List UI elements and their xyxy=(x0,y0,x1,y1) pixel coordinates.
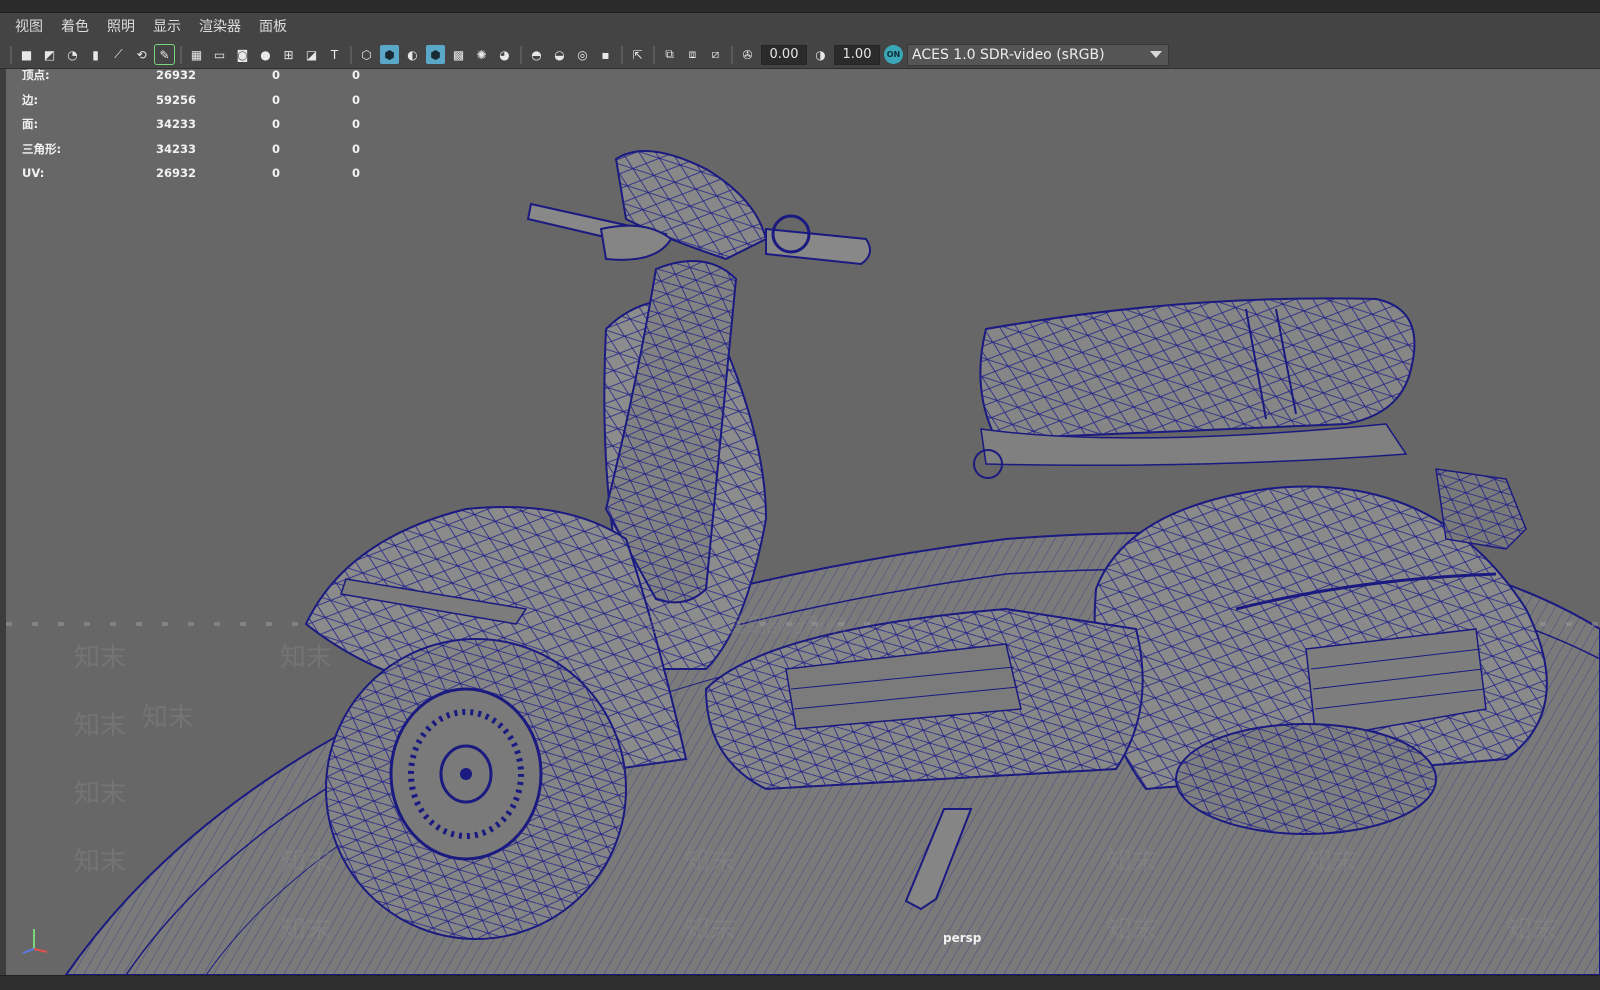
pencil-icon[interactable]: ✎ xyxy=(154,44,175,65)
backface-icon[interactable]: ⧄ xyxy=(706,45,725,64)
xray-joints-icon[interactable]: ⧉ xyxy=(660,45,679,64)
isolate-select-icon[interactable]: ⇱ xyxy=(628,45,647,64)
persp-viewport[interactable]: 知末 知末 知末 知末 知末 知末 知末 知末 知末 知末 知末 知末 知末 知… xyxy=(6,69,1600,975)
motion-blur-icon[interactable]: ◒ xyxy=(550,45,569,64)
title-strip xyxy=(0,0,1600,13)
hud-label: 边: xyxy=(22,92,39,107)
exposure-icon[interactable]: ✇ xyxy=(738,45,757,64)
bookmark-icon[interactable]: ▮ xyxy=(86,45,105,64)
hud-value: 0 xyxy=(271,141,280,156)
hud-row: 顶点: 26932 0 0 xyxy=(22,69,360,88)
grid-icon[interactable]: ▦ xyxy=(187,45,206,64)
menu-panels[interactable]: 面板 xyxy=(250,13,296,41)
camera-name-label: persp xyxy=(943,931,982,945)
hud-value: 0 xyxy=(351,92,360,107)
xray-icon[interactable]: ▩ xyxy=(449,45,468,64)
hud-label: 三角形: xyxy=(22,141,62,156)
hud-value: 26932 xyxy=(155,166,196,181)
menu-view[interactable]: 视图 xyxy=(6,13,52,41)
menu-lighting[interactable]: 照明 xyxy=(98,13,144,41)
use-all-lights-icon[interactable]: ✺ xyxy=(472,45,491,64)
xray-active-icon[interactable]: ⧈ xyxy=(683,45,702,64)
hud-value: 26932 xyxy=(155,69,196,83)
hud-value: 34233 xyxy=(155,117,196,132)
toolbar-separator xyxy=(520,45,522,64)
scooter-wireframe xyxy=(6,150,1600,975)
depth-of-field-icon[interactable]: ▪ xyxy=(596,45,615,64)
hud-value: 34233 xyxy=(155,141,196,156)
camera-icon[interactable]: ■ xyxy=(17,45,36,64)
gamma-icon[interactable]: ◑ xyxy=(811,45,830,64)
panel-menubar: 视图 着色 照明 显示 渲染器 面板 xyxy=(0,13,1600,41)
resolution-gate-icon[interactable]: ◙ xyxy=(233,45,252,64)
default-material-icon[interactable]: ◐ xyxy=(403,45,422,64)
toolbar-separator xyxy=(10,45,12,64)
hud-value: 0 xyxy=(271,117,280,132)
view-transform-value: ACES 1.0 SDR-video (sRGB) xyxy=(912,46,1105,63)
menu-renderer[interactable]: 渲染器 xyxy=(190,13,250,41)
toolbar-separator xyxy=(180,45,182,64)
hud-row: 面: 34233 0 0 xyxy=(22,112,360,137)
field-chart-icon[interactable]: ⊞ xyxy=(279,45,298,64)
gamma-field[interactable]: 1.00 xyxy=(834,44,880,65)
smooth-shade-icon[interactable]: ⬢ xyxy=(380,45,399,64)
safe-title-icon[interactable]: T xyxy=(325,45,344,64)
axis-gizmo-icon xyxy=(22,929,48,954)
exposure-field[interactable]: 0.00 xyxy=(761,44,807,65)
hud-row: UV: 26932 0 0 xyxy=(22,161,360,186)
camera-attributes-icon[interactable]: ◩ xyxy=(40,45,59,64)
hud-value: 0 xyxy=(271,69,280,83)
menu-shading[interactable]: 着色 xyxy=(52,13,98,41)
hud-value: 0 xyxy=(351,117,360,132)
toolbar-separator xyxy=(653,45,655,64)
toolbar-separator xyxy=(731,45,733,64)
camera-bookmark-icon[interactable]: ◔ xyxy=(63,45,82,64)
shadows-icon[interactable]: ◕ xyxy=(495,45,514,64)
hud-value: 0 xyxy=(271,166,280,181)
hud-label: UV: xyxy=(22,166,45,181)
film-gate-icon[interactable]: ▭ xyxy=(210,45,229,64)
poly-count-hud: 顶点: 26932 0 0 边: 59256 0 0 面: 34233 0 0 … xyxy=(22,69,360,186)
wireframe-on-shaded-icon[interactable]: ⬢ xyxy=(426,45,445,64)
view-transform-dropdown[interactable]: ACES 1.0 SDR-video (sRGB) xyxy=(907,43,1169,66)
panel-toolbar: ■ ◩ ◔ ▮ ⟋ ⟲ ✎ ▦ ▭ ◙ ● ⊞ ◪ T ⬡ ⬢ ◐ ⬢ ▩ ✺ … xyxy=(0,41,1600,69)
hud-label: 面: xyxy=(22,117,39,132)
screen-space-ao-icon[interactable]: ◓ xyxy=(527,45,546,64)
hud-row: 边: 59256 0 0 xyxy=(22,88,360,113)
hud-label: 顶点: xyxy=(22,69,50,83)
hud-row: 三角形: 34233 0 0 xyxy=(22,137,360,162)
safe-action-icon[interactable]: ◪ xyxy=(302,45,321,64)
hud-value: 59256 xyxy=(155,92,196,107)
wireframe-icon[interactable]: ⬡ xyxy=(357,45,376,64)
chevron-down-icon xyxy=(1150,51,1162,58)
grease-pencil-icon[interactable]: ⟋ xyxy=(109,45,128,64)
color-management-toggle[interactable]: ON xyxy=(884,45,903,64)
gate-mask-icon[interactable]: ● xyxy=(256,45,275,64)
hud-value: 0 xyxy=(351,69,360,83)
hud-value: 0 xyxy=(351,166,360,181)
toolbar-separator xyxy=(621,45,623,64)
bottom-border xyxy=(0,975,1600,990)
anti-aliasing-icon[interactable]: ◎ xyxy=(573,45,592,64)
hud-value: 0 xyxy=(271,92,280,107)
hud-value: 0 xyxy=(351,141,360,156)
image-plane-icon[interactable]: ⟲ xyxy=(132,45,151,64)
toolbar-separator xyxy=(350,45,352,64)
menu-show[interactable]: 显示 xyxy=(144,13,190,41)
handlebar-right xyxy=(765,227,871,266)
